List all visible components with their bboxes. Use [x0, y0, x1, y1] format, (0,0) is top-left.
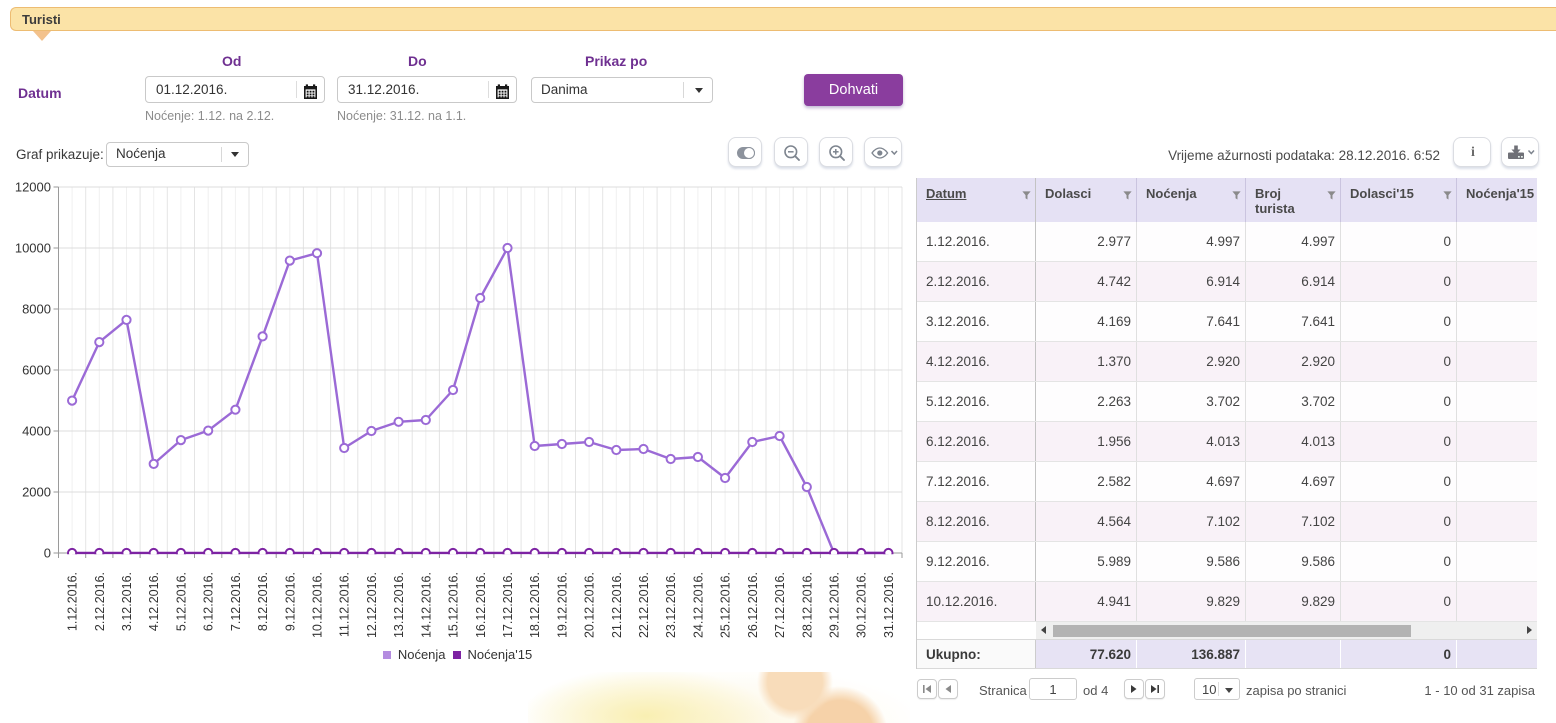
svg-text:12000: 12000 — [15, 180, 51, 195]
svg-text:12.12.2016.: 12.12.2016. — [365, 572, 379, 638]
svg-text:14.12.2016.: 14.12.2016. — [419, 572, 433, 638]
svg-text:26.12.2016.: 26.12.2016. — [746, 572, 760, 638]
svg-text:17.12.2016.: 17.12.2016. — [501, 572, 515, 638]
svg-text:4.12.2016.: 4.12.2016. — [147, 572, 161, 631]
svg-text:20.12.2016.: 20.12.2016. — [583, 572, 597, 638]
svg-text:21.12.2016.: 21.12.2016. — [610, 572, 624, 638]
svg-text:23.12.2016.: 23.12.2016. — [664, 572, 678, 638]
svg-text:3.12.2016.: 3.12.2016. — [120, 572, 134, 631]
svg-text:11.12.2016.: 11.12.2016. — [338, 572, 352, 637]
svg-text:24.12.2016.: 24.12.2016. — [691, 572, 705, 638]
svg-text:2000: 2000 — [22, 485, 51, 500]
svg-text:5.12.2016.: 5.12.2016. — [174, 572, 188, 631]
svg-text:19.12.2016.: 19.12.2016. — [555, 572, 569, 638]
svg-text:22.12.2016.: 22.12.2016. — [637, 572, 651, 638]
svg-text:9.12.2016.: 9.12.2016. — [283, 572, 297, 631]
svg-text:8.12.2016.: 8.12.2016. — [256, 572, 270, 631]
svg-text:15.12.2016.: 15.12.2016. — [447, 572, 461, 638]
svg-text:0: 0 — [44, 546, 51, 561]
svg-text:10000: 10000 — [15, 241, 51, 256]
svg-text:18.12.2016.: 18.12.2016. — [528, 572, 542, 638]
svg-text:29.12.2016.: 29.12.2016. — [828, 572, 842, 638]
svg-text:28.12.2016.: 28.12.2016. — [800, 572, 814, 638]
svg-text:10.12.2016.: 10.12.2016. — [311, 572, 325, 638]
svg-text:7.12.2016.: 7.12.2016. — [229, 572, 243, 631]
svg-text:1.12.2016.: 1.12.2016. — [66, 572, 80, 631]
svg-text:16.12.2016.: 16.12.2016. — [474, 572, 488, 638]
svg-text:8000: 8000 — [22, 302, 51, 317]
svg-text:13.12.2016.: 13.12.2016. — [392, 572, 406, 638]
svg-text:25.12.2016.: 25.12.2016. — [719, 572, 733, 638]
svg-text:6.12.2016.: 6.12.2016. — [202, 572, 216, 631]
svg-text:30.12.2016.: 30.12.2016. — [855, 572, 869, 638]
svg-text:4000: 4000 — [22, 424, 51, 439]
svg-text:27.12.2016.: 27.12.2016. — [773, 572, 787, 638]
svg-text:31.12.2016.: 31.12.2016. — [882, 572, 896, 638]
svg-text:6000: 6000 — [22, 363, 51, 378]
svg-text:2.12.2016.: 2.12.2016. — [93, 572, 107, 631]
